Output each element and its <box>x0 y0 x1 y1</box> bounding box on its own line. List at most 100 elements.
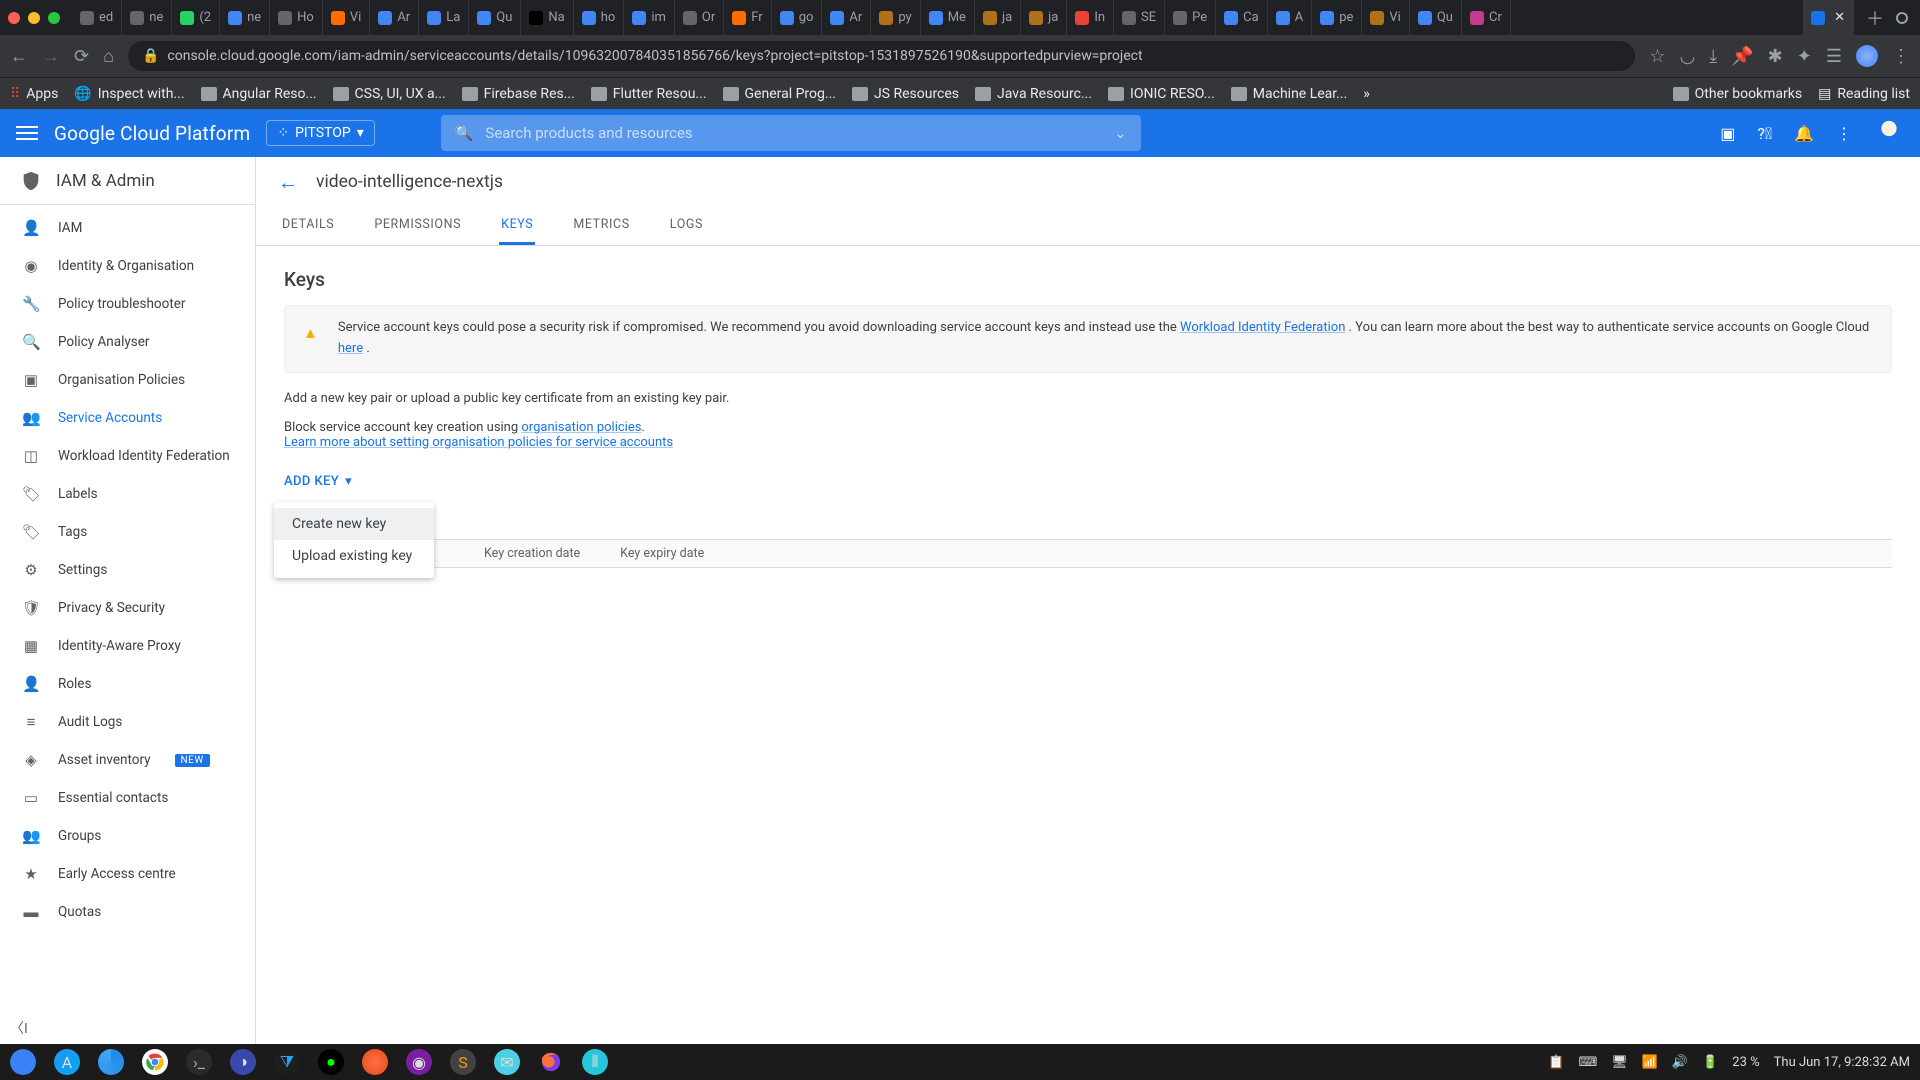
mail-icon[interactable]: ✉ <box>494 1049 520 1075</box>
bookmark-folder[interactable]: Machine Lear... <box>1231 86 1347 102</box>
browser-tab[interactable]: Fr <box>724 0 771 35</box>
browser-tab[interactable]: Qu <box>469 0 521 35</box>
notifications-icon[interactable]: 🔔 <box>1794 124 1814 143</box>
chevron-down-icon[interactable]: ⌄ <box>1114 124 1127 142</box>
apps-shortcut[interactable]: ⠿Apps <box>10 86 58 102</box>
sidebar-item[interactable]: ⚙Settings <box>0 551 255 589</box>
browser-tab[interactable]: ja <box>975 0 1021 35</box>
kebab-menu-icon[interactable]: ⋮ <box>1892 46 1910 67</box>
browser-tab[interactable]: im <box>624 0 675 35</box>
reload-icon[interactable]: ⟳ <box>74 46 89 67</box>
bookmarks-overflow-icon[interactable]: » <box>1363 86 1370 102</box>
back-icon[interactable]: ← <box>10 46 28 67</box>
collapse-sidebar-icon[interactable]: 〈I <box>10 1018 28 1038</box>
browser-tab[interactable]: go <box>772 0 823 35</box>
app-icon[interactable]: ● <box>318 1049 344 1075</box>
tab-metrics[interactable]: METRICS <box>571 207 631 245</box>
browser-tab[interactable]: Vi <box>323 0 370 35</box>
sidebar-item[interactable]: ★Early Access centre <box>0 855 255 893</box>
sidebar-item[interactable]: ◈Asset inventoryNEW <box>0 741 255 779</box>
window-controls[interactable] <box>8 12 60 24</box>
app-icon[interactable]: ⦀ <box>582 1049 608 1075</box>
chrome-icon[interactable] <box>142 1049 168 1075</box>
app-store-icon[interactable]: A <box>54 1049 80 1075</box>
browser-tab[interactable]: ne <box>122 0 172 35</box>
home-icon[interactable]: ⌂ <box>103 46 114 67</box>
globe-icon[interactable] <box>98 1049 124 1075</box>
browser-tab[interactable]: Qu <box>1410 0 1462 35</box>
org-policies-link[interactable]: organisation policies <box>521 420 641 435</box>
bookmark-folder[interactable]: Flutter Resou... <box>591 86 707 102</box>
tab-keys[interactable]: KEYS <box>499 207 535 245</box>
kebab-menu-icon[interactable]: ⋮ <box>1836 124 1852 143</box>
browser-tab[interactable]: Cr <box>1462 0 1511 35</box>
clipboard-icon[interactable]: 📋 <box>1548 1055 1564 1070</box>
reading-list[interactable]: ▤Reading list <box>1818 86 1910 102</box>
sidebar-item[interactable]: 🔧Policy troubleshooter <box>0 285 255 323</box>
sidebar-item[interactable]: 👤Roles <box>0 665 255 703</box>
vscode-icon[interactable]: ⧩ <box>274 1049 300 1075</box>
browser-tab[interactable]: ho <box>574 0 625 35</box>
browser-tab[interactable]: Or <box>675 0 724 35</box>
browser-tab[interactable]: pe <box>1312 0 1362 35</box>
sidebar-item[interactable]: ▦Identity-Aware Proxy <box>0 627 255 665</box>
bookmark-folder[interactable]: JS Resources <box>852 86 959 102</box>
maximize-window-icon[interactable] <box>48 12 60 24</box>
bookmark-folder[interactable]: IONIC RESO... <box>1108 86 1215 102</box>
add-key-button[interactable]: ADD KEY ▾ <box>284 474 352 489</box>
learn-more-here-link[interactable]: here <box>338 341 363 356</box>
browser-tab[interactable]: Pe <box>1165 0 1216 35</box>
keyboard-icon[interactable]: ⌨ <box>1578 1055 1597 1070</box>
browser-tab[interactable]: ed <box>72 0 122 35</box>
browser-tab[interactable]: Na <box>521 0 573 35</box>
console-icon[interactable]: ▣ <box>1720 124 1735 143</box>
browser-tab[interactable]: La <box>419 0 469 35</box>
bookmark-folder[interactable]: Java Resourc... <box>975 86 1092 102</box>
profile-avatar-icon[interactable] <box>1856 45 1878 67</box>
browser-tab[interactable]: Ca <box>1216 0 1268 35</box>
sidebar-item[interactable]: 👤IAM <box>0 209 255 247</box>
close-tab-icon[interactable]: ✕ <box>1834 10 1845 25</box>
browser-tab[interactable]: (2 <box>172 0 220 35</box>
sidebar-item[interactable]: ◫Workload Identity Federation <box>0 437 255 475</box>
minimize-window-icon[interactable] <box>28 12 40 24</box>
extensions-icon[interactable]: ✦ <box>1797 46 1812 67</box>
wifi-icon[interactable]: 📶 <box>1642 1055 1658 1070</box>
sidebar-item[interactable]: ▣Organisation Policies <box>0 361 255 399</box>
browser-tab[interactable]: py <box>871 0 920 35</box>
close-window-icon[interactable] <box>8 12 20 24</box>
browser-tab[interactable]: Ar <box>822 0 871 35</box>
bookmark-inspect[interactable]: 🌐Inspect with... <box>74 86 184 102</box>
address-bar[interactable]: 🔒 console.cloud.google.com/iam-admin/ser… <box>128 41 1635 71</box>
browser-tab-active[interactable]: ✕ <box>1803 0 1854 35</box>
extension-pin-icon[interactable]: 📌 <box>1731 46 1753 67</box>
tab-list-icon[interactable]: ☰ <box>1826 46 1842 67</box>
bookmark-folder[interactable]: CSS, UI, UX a... <box>333 86 446 102</box>
install-icon[interactable]: ⤓ <box>1709 46 1717 67</box>
sidebar-item[interactable]: ◉Identity & Organisation <box>0 247 255 285</box>
bookmark-folder[interactable]: Angular Reso... <box>201 86 317 102</box>
os-start-icon[interactable] <box>10 1049 36 1075</box>
workload-identity-link[interactable]: Workload Identity Federation <box>1180 320 1345 335</box>
browser-tab[interactable]: SE <box>1114 0 1165 35</box>
browser-tab[interactable]: Vi <box>1362 0 1409 35</box>
sidebar-title[interactable]: IAM & Admin <box>0 157 255 205</box>
browser-tab[interactable]: ne <box>220 0 270 35</box>
bookmark-folder[interactable]: General Prog... <box>723 86 836 102</box>
create-new-key-option[interactable]: Create new key <box>274 508 434 540</box>
learn-more-org-policies-link[interactable]: Learn more about setting organisation po… <box>284 435 673 450</box>
bookmark-star-icon[interactable]: ☆ <box>1649 46 1665 67</box>
app-icon[interactable]: ◑ <box>230 1049 256 1075</box>
sidebar-item[interactable]: 🏷Labels <box>0 475 255 513</box>
account-indicator-icon[interactable] <box>1896 12 1908 24</box>
display-icon[interactable]: 🖥 <box>1611 1055 1628 1070</box>
tab-logs[interactable]: LOGS <box>668 207 705 245</box>
platform-title[interactable]: Google Cloud Platform <box>54 122 250 145</box>
back-arrow-icon[interactable]: ← <box>278 170 298 195</box>
browser-tab[interactable]: Me <box>921 0 975 35</box>
pocket-icon[interactable]: ◡ <box>1680 46 1696 67</box>
browser-tab[interactable]: In <box>1067 0 1114 35</box>
sidebar-item[interactable]: 👥Groups <box>0 817 255 855</box>
browser-tab[interactable]: ja <box>1021 0 1067 35</box>
firefox-icon[interactable] <box>538 1049 564 1075</box>
